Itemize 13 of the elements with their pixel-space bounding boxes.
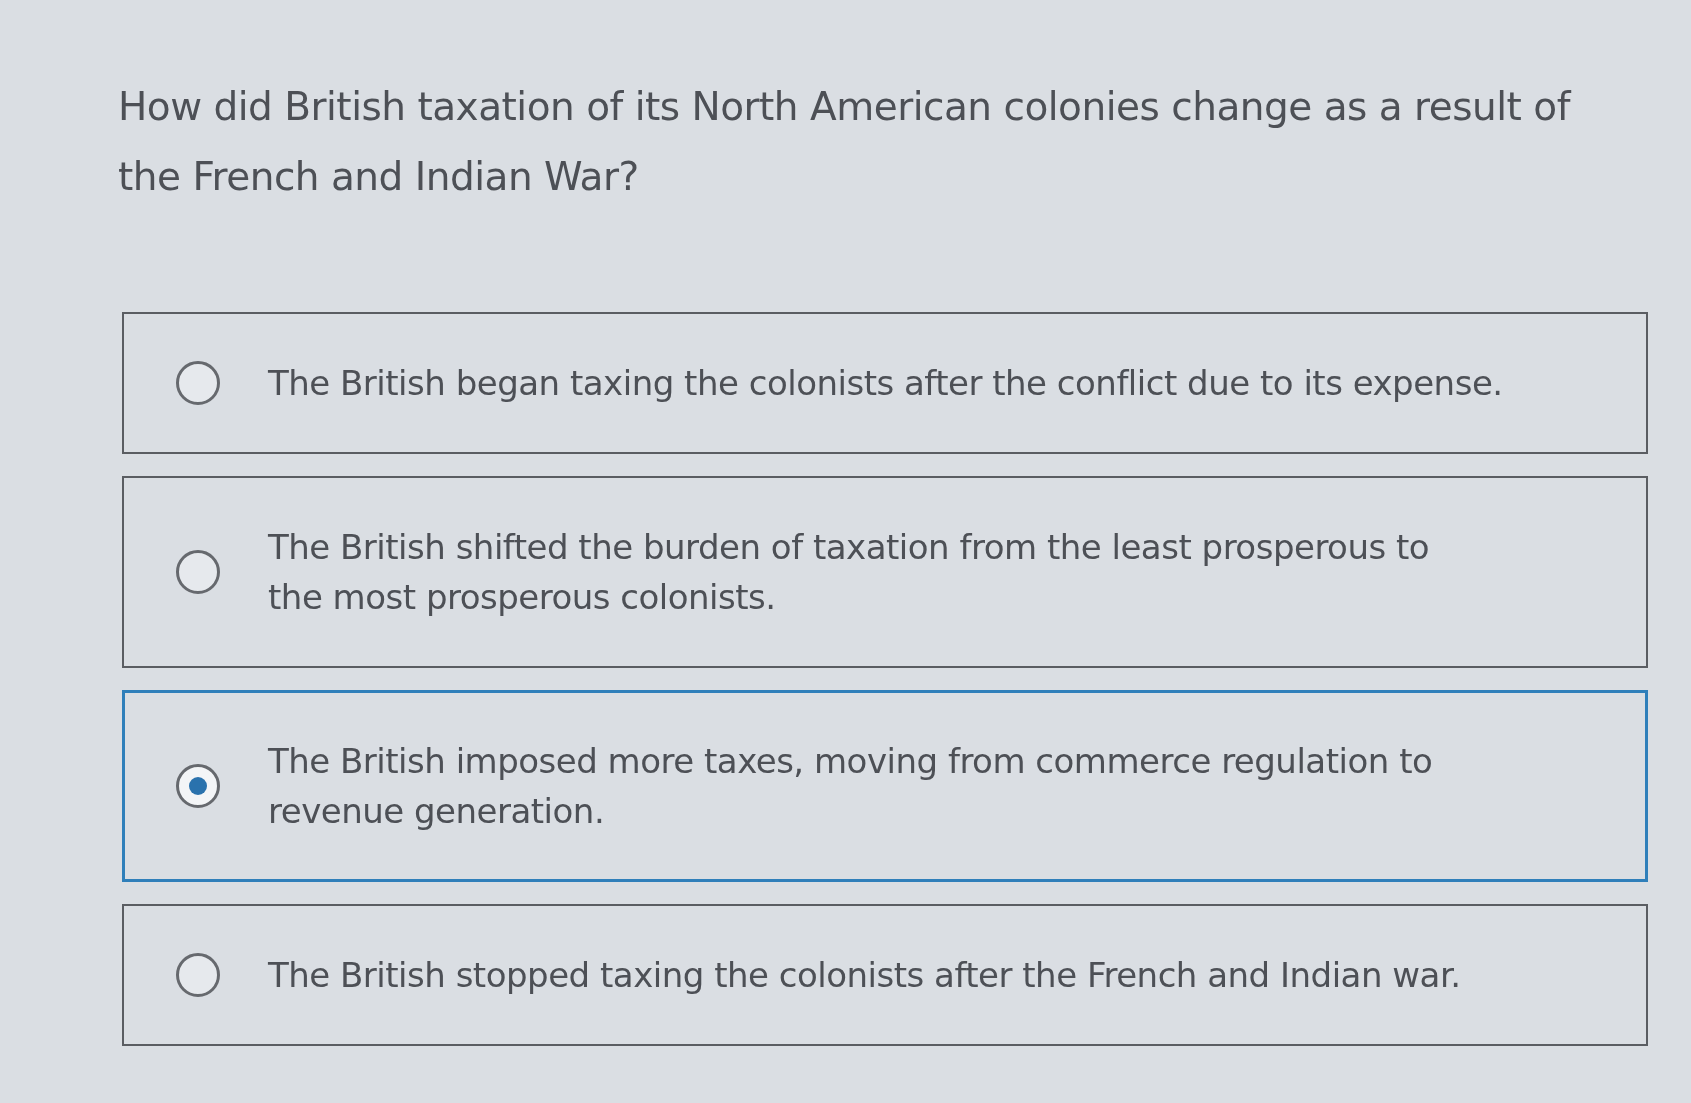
radio-button[interactable] xyxy=(176,361,220,405)
question-text: How did British taxation of its North American colonies change as a result of the French and Indian War? xyxy=(118,83,1573,201)
option-text: The British began taxing the colonists after the conflict due to its expense. xyxy=(268,362,1503,405)
option-text: The British stopped taxing the colonists after the French and Indian war. xyxy=(268,954,1461,997)
radio-button[interactable] xyxy=(176,550,220,594)
answer-option[interactable]: The British stopped taxing the colonists after the French and Indian war. xyxy=(122,904,1648,1046)
answer-option[interactable]: The British imposed more taxes, moving from commerce regulation to revenue generation. xyxy=(122,690,1648,882)
answer-option[interactable]: The British shifted the burden of taxation from the least prosperous to the most prosperous colonists. xyxy=(122,476,1648,668)
option-text: The British imposed more taxes, moving from commerce regulation to revenue generation. xyxy=(268,740,1433,833)
radio-button[interactable] xyxy=(176,764,220,808)
radio-button[interactable] xyxy=(176,953,220,997)
answer-option[interactable]: The British began taxing the colonists after the conflict due to its expense. xyxy=(122,312,1648,454)
option-text: The British shifted the burden of taxation from the least prosperous to the most prosperous colonists. xyxy=(268,526,1430,619)
